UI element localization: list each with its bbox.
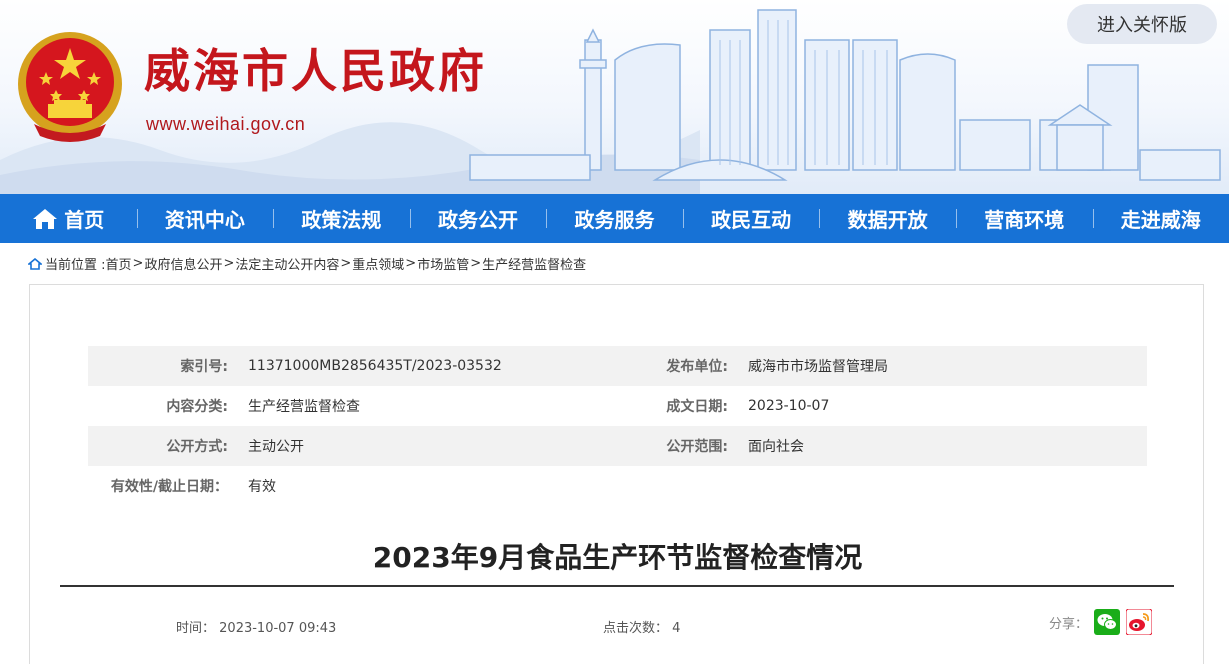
date-value: 2023-10-07 bbox=[748, 398, 829, 414]
title-divider bbox=[60, 585, 1174, 587]
article-container: 索引号: 11371000MB2856435T/2023-03532 发布单位:… bbox=[29, 284, 1204, 664]
wechat-share-icon[interactable] bbox=[1094, 609, 1120, 635]
share-label: 分享： bbox=[1049, 613, 1088, 632]
metadata-row: 索引号: 11371000MB2856435T/2023-03532 发布单位:… bbox=[88, 346, 1147, 386]
method-value: 主动公开 bbox=[248, 436, 304, 456]
weibo-share-icon[interactable] bbox=[1126, 609, 1152, 635]
category-label: 内容分类: bbox=[88, 396, 228, 416]
breadcrumb-separator: > bbox=[340, 256, 351, 271]
breadcrumb-item[interactable]: 市场监管 bbox=[417, 254, 469, 273]
location-home-icon bbox=[28, 258, 42, 270]
nav-item-label: 营商环境 bbox=[984, 204, 1064, 233]
breadcrumb: 当前位置 : 首页> 政府信息公开> 法定主动公开内容> 重点领域> 市场监管>… bbox=[0, 243, 1229, 284]
breadcrumb-item[interactable]: 首页 bbox=[106, 254, 132, 273]
breadcrumb-separator: > bbox=[470, 256, 481, 271]
time-value: 2023-10-07 09:43 bbox=[219, 621, 336, 636]
nav-item-label: 政务公开 bbox=[438, 204, 518, 233]
breadcrumb-prefix: 当前位置 : bbox=[45, 254, 106, 273]
nav-item-open-data[interactable]: 数据开放 bbox=[819, 194, 956, 243]
care-version-button[interactable]: 进入关怀版 bbox=[1067, 4, 1217, 44]
breadcrumb-separator: > bbox=[133, 256, 144, 271]
site-header: 威海市人民政府 www.weihai.gov.cn 进入关怀版 bbox=[0, 0, 1229, 194]
validity-value: 有效 bbox=[248, 476, 276, 496]
clicks-value: 4 bbox=[672, 621, 680, 636]
nav-item-label: 资讯中心 bbox=[165, 204, 245, 233]
site-title: 威海市人民政府 bbox=[144, 48, 487, 94]
index-value: 11371000MB2856435T/2023-03532 bbox=[248, 358, 502, 374]
metadata-row: 内容分类: 生产经营监督检查 成文日期: 2023-10-07 bbox=[88, 386, 1147, 426]
nav-item-label: 政民互动 bbox=[711, 204, 791, 233]
publisher-value: 威海市市场监督管理局 bbox=[748, 356, 888, 376]
metadata-row: 有效性/截止日期： 有效 bbox=[88, 466, 1147, 506]
article-title: 2023年9月食品生产环节监督检查情况 bbox=[30, 536, 1205, 576]
validity-label: 有效性/截止日期： bbox=[88, 476, 228, 496]
nav-item-policy[interactable]: 政策法规 bbox=[273, 194, 410, 243]
click-count: 点击次数： 4 bbox=[603, 617, 680, 636]
time-label: 时间： bbox=[176, 621, 215, 636]
nav-item-news[interactable]: 资讯中心 bbox=[137, 194, 274, 243]
nav-item-label: 政务服务 bbox=[575, 204, 655, 233]
national-emblem-logo bbox=[14, 28, 126, 142]
metadata-row: 公开方式: 主动公开 公开范围: 面向社会 bbox=[88, 426, 1147, 466]
breadcrumb-item[interactable]: 生产经营监督检查 bbox=[482, 254, 586, 273]
main-nav: 首页 资讯中心 政策法规 政务公开 政务服务 政民互动 数据开放 营商环境 走进… bbox=[0, 194, 1229, 243]
breadcrumb-separator: > bbox=[223, 256, 234, 271]
site-url: www.weihai.gov.cn bbox=[146, 114, 305, 135]
breadcrumb-item[interactable]: 重点领域 bbox=[352, 254, 404, 273]
breadcrumb-separator: > bbox=[405, 256, 416, 271]
index-label: 索引号: bbox=[88, 356, 228, 376]
scope-value: 面向社会 bbox=[748, 436, 804, 456]
nav-item-about[interactable]: 走进威海 bbox=[1093, 194, 1229, 243]
breadcrumb-item[interactable]: 法定主动公开内容 bbox=[235, 254, 339, 273]
metadata-table: 索引号: 11371000MB2856435T/2023-03532 发布单位:… bbox=[88, 346, 1147, 506]
publish-time: 时间： 2023-10-07 09:43 bbox=[176, 617, 336, 636]
nav-item-label: 数据开放 bbox=[848, 204, 928, 233]
date-label: 成文日期: bbox=[618, 396, 728, 416]
nav-item-label: 首页 bbox=[64, 204, 104, 233]
nav-item-gov-info[interactable]: 政务公开 bbox=[410, 194, 547, 243]
nav-item-services[interactable]: 政务服务 bbox=[546, 194, 683, 243]
nav-item-interaction[interactable]: 政民互动 bbox=[683, 194, 820, 243]
breadcrumb-item[interactable]: 政府信息公开 bbox=[144, 254, 222, 273]
method-label: 公开方式: bbox=[88, 436, 228, 456]
category-value: 生产经营监督检查 bbox=[248, 396, 360, 416]
scope-label: 公开范围: bbox=[618, 436, 728, 456]
nav-item-label: 政策法规 bbox=[301, 204, 381, 233]
share-bar: 分享： bbox=[1049, 609, 1152, 635]
clicks-label: 点击次数： bbox=[603, 621, 668, 636]
nav-item-label: 走进威海 bbox=[1121, 204, 1201, 233]
publisher-label: 发布单位: bbox=[618, 356, 728, 376]
nav-item-business[interactable]: 营商环境 bbox=[956, 194, 1093, 243]
home-icon bbox=[32, 208, 58, 230]
nav-item-home[interactable]: 首页 bbox=[0, 194, 137, 243]
